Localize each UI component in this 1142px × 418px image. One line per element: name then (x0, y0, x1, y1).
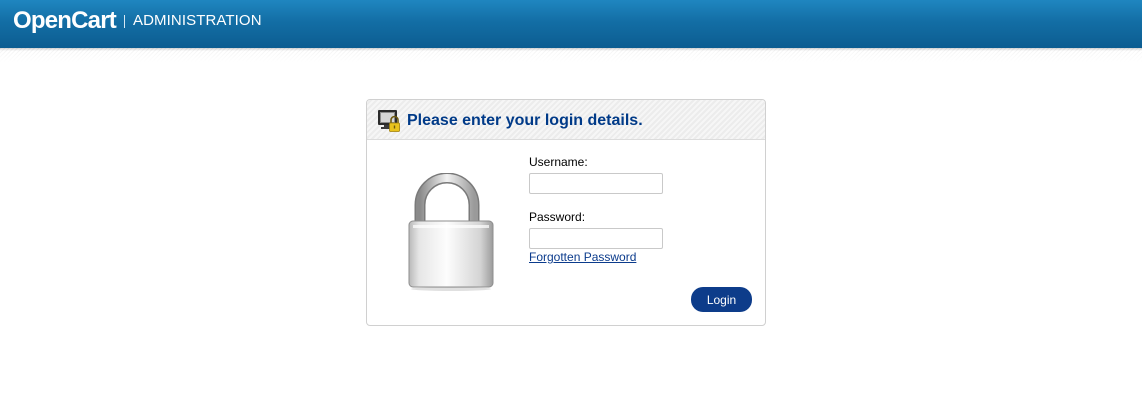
password-input[interactable] (529, 228, 663, 249)
padlock-icon (408, 173, 494, 291)
opencart-logo[interactable]: OpenCart (13, 7, 117, 35)
header-bar: OpenCart ADMINISTRATION (0, 0, 1142, 48)
login-panel-heading: Please enter your login details. (367, 100, 765, 140)
administration-label: ADMINISTRATION (133, 12, 262, 29)
forgotten-password-link[interactable]: Forgotten Password (529, 250, 636, 264)
logo-divider (124, 15, 125, 28)
login-button[interactable]: Login (691, 287, 752, 312)
password-label: Password: (529, 210, 586, 224)
monitor-lock-icon (378, 110, 400, 132)
header-shadow (0, 48, 1142, 62)
username-input[interactable] (529, 173, 663, 194)
login-heading-title: Please enter your login details. (407, 112, 643, 129)
username-label: Username: (529, 155, 588, 169)
login-panel: Please enter your login details. Usernam… (366, 99, 766, 326)
